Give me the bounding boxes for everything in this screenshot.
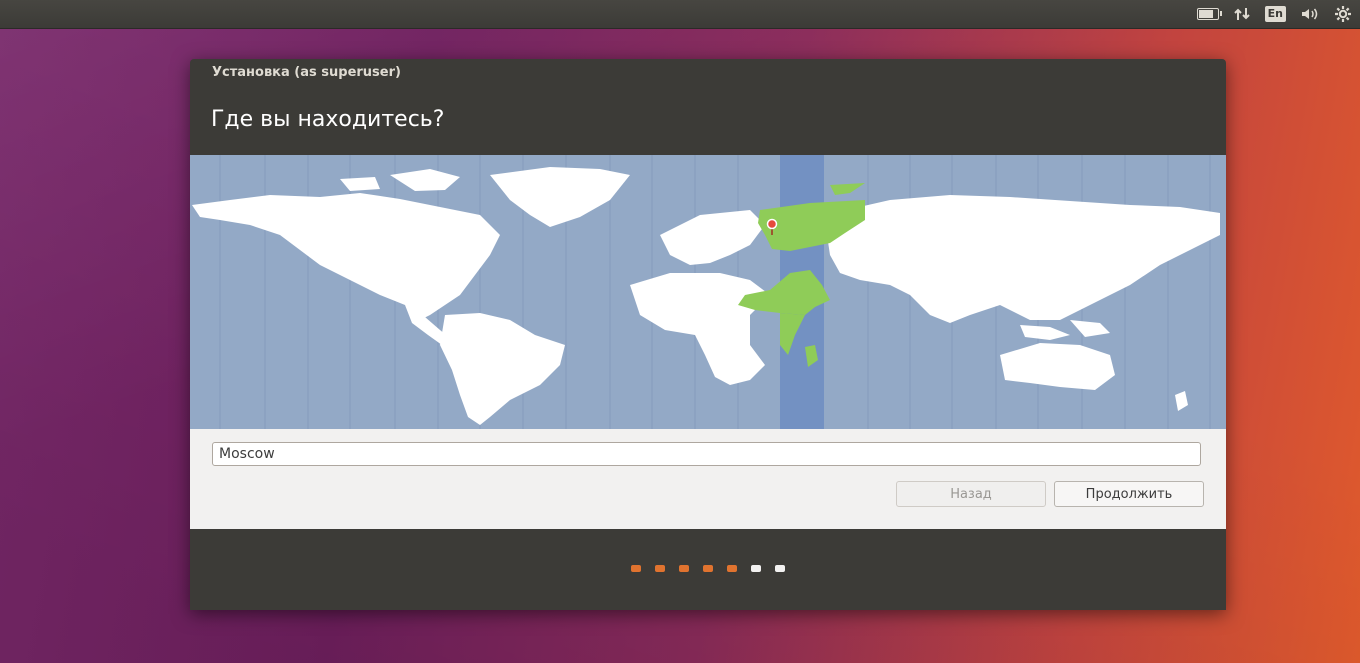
progress-dot-completed bbox=[655, 565, 665, 572]
keyboard-language-indicator[interactable]: En bbox=[1264, 0, 1286, 28]
location-pin-icon bbox=[766, 218, 778, 230]
progress-dot-completed bbox=[727, 565, 737, 572]
africa-land bbox=[630, 273, 770, 385]
page-heading: Где вы находитесь? bbox=[211, 107, 445, 132]
greenland-land bbox=[490, 167, 630, 227]
europe-land bbox=[660, 210, 765, 265]
window-title: Установка (as superuser) bbox=[212, 65, 401, 80]
location-panel: Назад Продолжить bbox=[190, 429, 1226, 529]
installer-footer bbox=[190, 529, 1226, 610]
progress-dot-completed bbox=[631, 565, 641, 572]
system-tray: En bbox=[1196, 0, 1352, 28]
progress-dot-completed bbox=[703, 565, 713, 572]
language-label: En bbox=[1264, 6, 1286, 22]
battery-icon[interactable] bbox=[1196, 0, 1222, 28]
progress-dots bbox=[190, 565, 1226, 572]
south-america-land bbox=[440, 313, 565, 425]
back-button[interactable]: Назад bbox=[896, 481, 1046, 507]
north-america-land bbox=[192, 193, 500, 320]
network-arrows-icon[interactable] bbox=[1233, 0, 1251, 28]
settings-gear-icon[interactable] bbox=[1334, 0, 1352, 28]
asia-land bbox=[824, 195, 1220, 323]
top-panel: En bbox=[0, 0, 1360, 29]
volume-icon[interactable] bbox=[1300, 0, 1320, 28]
installer-window: Установка (as superuser) Где вы находите… bbox=[190, 59, 1226, 610]
progress-dot-pending bbox=[775, 565, 785, 572]
progress-dot-pending bbox=[751, 565, 761, 572]
australia-land bbox=[1000, 343, 1115, 390]
continue-button[interactable]: Продолжить bbox=[1054, 481, 1204, 507]
progress-dot-completed bbox=[679, 565, 689, 572]
world-map-graphic bbox=[192, 155, 1220, 429]
timezone-map[interactable] bbox=[190, 155, 1226, 429]
location-input[interactable] bbox=[212, 442, 1201, 466]
